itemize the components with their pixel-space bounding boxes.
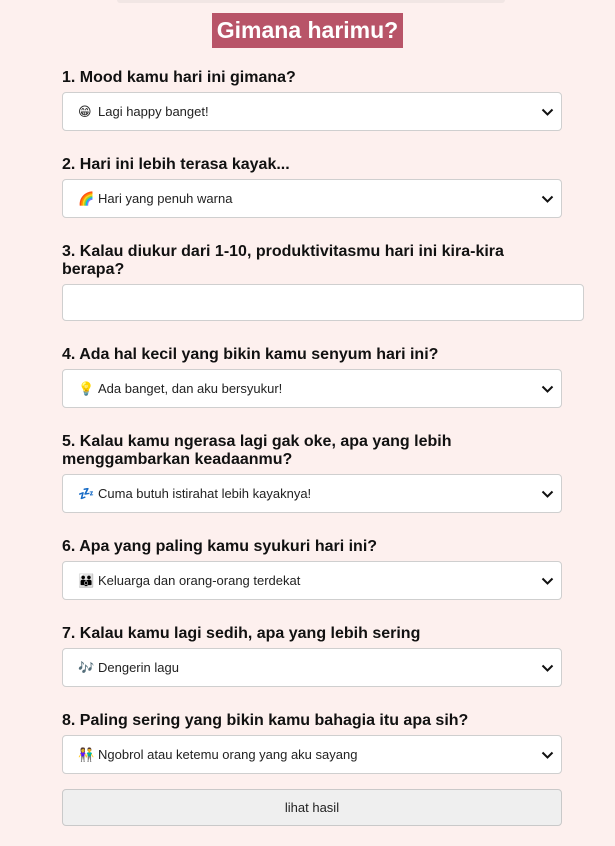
see-results-button[interactable]: lihat hasil — [62, 789, 562, 826]
top-divider — [117, 0, 505, 3]
question-7-label: 7. Kalau kamu lagi sedih, apa yang lebih… — [62, 625, 421, 642]
small-joy-select[interactable]: 💡 Ada banget, dan aku bersyukur! — [62, 369, 562, 408]
question-4-label: 4. Ada hal kecil yang bikin kamu senyum … — [62, 346, 439, 363]
mood-emoji-icon: 😁 — [78, 103, 92, 119]
question-3-label: 3. Kalau diukur dari 1-10, produktivitas… — [62, 243, 504, 278]
couple-icon: 👫 — [78, 746, 95, 762]
sad-coping-select-value: Dengerin lagu — [98, 660, 179, 675]
rainbow-icon: 🌈 — [78, 190, 95, 206]
question-2-label: 2. Hari ini lebih terasa kayak... — [62, 156, 290, 173]
header: Gimana harimu? — [0, 13, 615, 48]
question-6-label: 6. Apa yang paling kamu syukuri hari ini… — [62, 538, 378, 555]
music-notes-icon: 🎶 — [78, 659, 95, 675]
lightbulb-icon: 💡 — [78, 380, 95, 396]
question-8-label: 8. Paling sering yang bikin kamu bahagia… — [62, 712, 469, 729]
gratitude-select-value: Keluarga dan orang-orang terdekat — [98, 573, 301, 588]
chevron-down-icon — [541, 577, 554, 585]
day-feel-select[interactable]: 🌈 Hari yang penuh warna — [62, 179, 562, 218]
productivity-input[interactable] — [62, 284, 584, 321]
chevron-down-icon — [541, 664, 554, 672]
question-1-label: 1. Mood kamu hari ini gimana? — [62, 69, 296, 86]
mood-select[interactable]: 😁 Lagi happy banget! — [62, 92, 562, 131]
question-5-label: 5. Kalau kamu ngerasa lagi gak oke, apa … — [62, 433, 452, 468]
mood-select-value: Lagi happy banget! — [98, 104, 209, 119]
chevron-down-icon — [541, 108, 554, 116]
sleep-icon: 💤 — [78, 485, 95, 501]
not-okay-select[interactable]: 💤 Cuma butuh istirahat lebih kayaknya! — [62, 474, 562, 513]
gratitude-select[interactable]: 👪 Keluarga dan orang-orang terdekat — [62, 561, 562, 600]
chevron-down-icon — [541, 385, 554, 393]
family-icon: 👪 — [78, 572, 95, 588]
not-okay-select-value: Cuma butuh istirahat lebih kayaknya! — [98, 486, 312, 501]
small-joy-select-value: Ada banget, dan aku bersyukur! — [98, 381, 283, 396]
happiness-select-value: Ngobrol atau ketemu orang yang aku sayan… — [98, 747, 358, 762]
day-feel-select-value: Hari yang penuh warna — [98, 191, 233, 206]
page-title: Gimana harimu? — [211, 13, 404, 48]
chevron-down-icon — [541, 751, 554, 759]
sad-coping-select[interactable]: 🎶 Dengerin lagu — [62, 648, 562, 687]
chevron-down-icon — [541, 195, 554, 203]
chevron-down-icon — [541, 490, 554, 498]
happiness-select[interactable]: 👫 Ngobrol atau ketemu orang yang aku say… — [62, 735, 562, 774]
